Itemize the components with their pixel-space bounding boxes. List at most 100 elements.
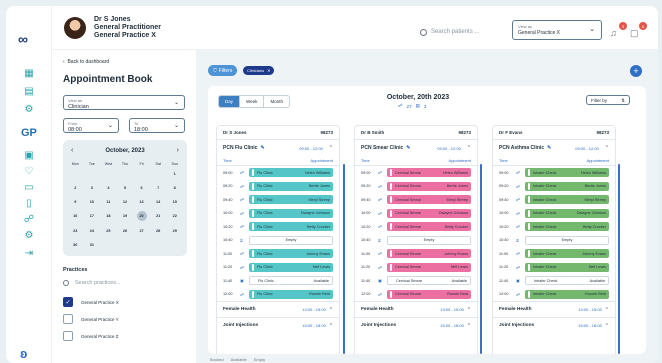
appointment-slot[interactable]: Cervical Smear Meryl Streep <box>387 195 471 205</box>
appointment-slot[interactable]: Cervical Smear Johnny Evans <box>387 249 471 259</box>
chevron-up-icon[interactable]: ⌃ <box>329 323 333 329</box>
appointment-slot[interactable]: Flu Clinic Available <box>249 276 333 286</box>
chevron-up-icon[interactable]: ⌃ <box>467 307 471 313</box>
chevron-up-icon[interactable]: ⌃ <box>467 145 471 151</box>
next-month-icon[interactable]: › <box>177 147 179 154</box>
calendar-day[interactable]: 7 <box>150 184 167 192</box>
table-row[interactable]: 09:20 ☍ Flu Clinic Bertie Jones <box>217 180 339 194</box>
clinic-header[interactable]: PCN Asthma Clinic ✎ 09:00 - 12:00 ⌃ <box>493 140 615 156</box>
chevron-up-icon[interactable]: ⌃ <box>605 307 609 313</box>
appointment-slot[interactable]: Flu Clinic Nell Lewis <box>249 262 333 272</box>
table-row[interactable]: 11:40 ▣ Flu Clinic Available <box>217 274 339 288</box>
video-icon[interactable]: ▭ <box>22 180 36 194</box>
table-row[interactable]: 11:20 ☍ Inhaler Check Nell Lewis <box>493 261 615 275</box>
to-time-select[interactable]: To 18:00 ⌄ <box>129 118 185 133</box>
appointment-slot[interactable]: Inhaler Check Dwayne Johnson <box>525 208 609 218</box>
clinicians-chip[interactable]: Clinicians ✕ <box>243 66 275 75</box>
table-row[interactable]: 09:40 ☍ Flu Clinic Meryl Streep <box>217 193 339 207</box>
clinic-section[interactable]: Female Health 13:00 - 15:00 ⌃ <box>493 301 615 317</box>
appointment-slot[interactable]: Flu Clinic Dwayne Johnson <box>249 208 333 218</box>
appointment-slot[interactable]: Flu Clinic Betty Crocker <box>249 222 333 232</box>
scrollbar[interactable] <box>343 164 345 354</box>
chevron-up-icon[interactable]: ⌃ <box>467 323 471 329</box>
avatar[interactable] <box>64 17 86 39</box>
calendar-day[interactable]: 20 <box>136 211 147 221</box>
calendar-day[interactable]: 19 <box>117 212 134 220</box>
clinic-section[interactable]: Joint Injections 15:00 - 18:00 ⌃ <box>493 317 615 333</box>
appointment-slot[interactable]: Inhaler Check Available <box>525 276 609 286</box>
from-time-select[interactable]: From 08:00 ⌄ <box>63 118 119 133</box>
scrollbar[interactable] <box>480 164 482 354</box>
clinic-header[interactable]: PCN Smear Clinic ✎ 09:00 - 12:00 ⌃ <box>355 140 477 156</box>
gear-icon[interactable]: ⚙ <box>22 228 36 242</box>
view-as-select[interactable]: View as General Practice X ⌄ <box>512 20 602 40</box>
table-row[interactable]: 10:00 ☍ Inhaler Check Dwayne Johnson <box>493 207 615 221</box>
appointment-slot[interactable]: Empty <box>249 235 333 245</box>
calendar-day[interactable]: 16 <box>67 212 84 220</box>
table-row[interactable]: 09:20 ☍ Inhaler Check Bertie Jones <box>493 180 615 194</box>
table-row[interactable]: 09:00 ☍ Inhaler Check Helen Williams <box>493 166 615 180</box>
calendar-day[interactable]: 17 <box>84 212 101 220</box>
search-input[interactable]: Search patients ... <box>431 29 479 35</box>
filters-button[interactable]: ⛉ Filters <box>208 65 238 76</box>
tab-month[interactable]: Month <box>264 96 289 107</box>
table-row[interactable]: 10:00 ☍ Flu Clinic Dwayne Johnson <box>217 207 339 221</box>
practice-item-z[interactable]: General Practice Z <box>63 331 119 341</box>
table-row[interactable]: 09:40 ☍ Inhaler Check Meryl Streep <box>493 193 615 207</box>
chat-bot-icon[interactable]: ʚ <box>20 346 27 361</box>
table-row[interactable]: 10:40 ⧖ Empty <box>355 234 477 248</box>
appointment-slot[interactable]: Cervical Smear Ronnie Reid <box>387 289 471 299</box>
table-row[interactable]: 11:00 ☍ Cervical Smear Johnny Evans <box>355 247 477 261</box>
checkbox-checked[interactable]: ✓ <box>63 297 73 307</box>
chevron-up-icon[interactable]: ⌃ <box>329 145 333 151</box>
appointment-slot[interactable]: Flu Clinic Johnny Evans <box>249 249 333 259</box>
calendar-day[interactable]: 4 <box>100 184 117 192</box>
chevron-up-icon[interactable]: ⌃ <box>605 145 609 151</box>
checkbox[interactable] <box>63 314 73 324</box>
practice-search-input[interactable]: Search practices... <box>75 280 121 286</box>
table-row[interactable]: 09:00 ☍ Flu Clinic Helen Williams <box>217 166 339 180</box>
practice-search[interactable]: Search practices... <box>63 280 121 286</box>
calendar-day[interactable]: 27 <box>133 227 150 235</box>
gp-label[interactable]: GP <box>21 127 37 139</box>
table-row[interactable]: 10:40 ⧖ Empty <box>493 234 615 248</box>
infinity-logo-icon[interactable]: ∞ <box>18 31 28 47</box>
calendar-day[interactable]: 24 <box>84 227 101 235</box>
scrollbar[interactable] <box>618 164 620 354</box>
calendar-day[interactable]: 1 <box>166 170 183 178</box>
appointment-slot[interactable]: Flu Clinic Meryl Streep <box>249 195 333 205</box>
heart-icon[interactable]: ♡ <box>22 164 36 178</box>
appointment-slot[interactable]: Cervical Smear Helen Williams <box>387 168 471 178</box>
table-row[interactable]: 09:00 ☍ Cervical Smear Helen Williams <box>355 166 477 180</box>
table-row[interactable]: 11:00 ☍ Flu Clinic Johnny Evans <box>217 247 339 261</box>
calendar-day[interactable]: 26 <box>117 227 134 235</box>
calendar-day[interactable]: 22 <box>166 212 183 220</box>
table-row[interactable]: 12:00 ☍ Flu Clinic Ronnie Reid <box>217 288 339 302</box>
logout-icon[interactable]: ⇥ <box>22 246 36 260</box>
clinic-section[interactable]: Female Health 13:00 - 15:00 ⌃ <box>355 301 477 317</box>
edit-icon[interactable]: ✎ <box>406 145 410 151</box>
document-icon[interactable]: ▣ <box>22 148 36 162</box>
table-row[interactable]: 12:00 ☍ Cervical Smear Ronnie Reid <box>355 288 477 302</box>
back-link[interactable]: ‹ Back to dashboard <box>63 59 109 65</box>
appointment-slot[interactable]: Inhaler Check Bertie Jones <box>525 181 609 191</box>
appointment-slot[interactable]: Inhaler Check Ronnie Reid <box>525 289 609 299</box>
calendar-day[interactable]: 13 <box>133 198 150 206</box>
table-row[interactable]: 10:20 ☍ Cervical Smear Betty Crocker <box>355 220 477 234</box>
calendar-day[interactable]: 11 <box>100 198 117 206</box>
clinic-header[interactable]: PCN Flu Clinic ✎ 09:00 - 12:00 ⌃ <box>217 140 339 156</box>
appointment-slot[interactable]: Flu Clinic Bertie Jones <box>249 181 333 191</box>
appointment-slot[interactable]: Cervical Smear Nell Lewis <box>387 262 471 272</box>
table-row[interactable]: 10:20 ☍ Flu Clinic Betty Crocker <box>217 220 339 234</box>
table-row[interactable]: 10:00 ☍ Cervical Smear Dwayne Johnson <box>355 207 477 221</box>
table-row[interactable]: 11:20 ☍ Cervical Smear Nell Lewis <box>355 261 477 275</box>
calendar-icon[interactable]: ▤ <box>22 84 36 98</box>
checkbox[interactable] <box>63 331 73 341</box>
calendar-day[interactable]: 15 <box>166 198 183 206</box>
add-button[interactable]: + <box>630 65 642 77</box>
table-row[interactable]: 10:20 ☍ Inhaler Check Betty Crocker <box>493 220 615 234</box>
calendar-day[interactable]: 21 <box>150 212 167 220</box>
calendar-day[interactable]: 2 <box>67 184 84 192</box>
calendar-day[interactable]: 6 <box>133 184 150 192</box>
tab-week[interactable]: Week <box>240 96 265 107</box>
